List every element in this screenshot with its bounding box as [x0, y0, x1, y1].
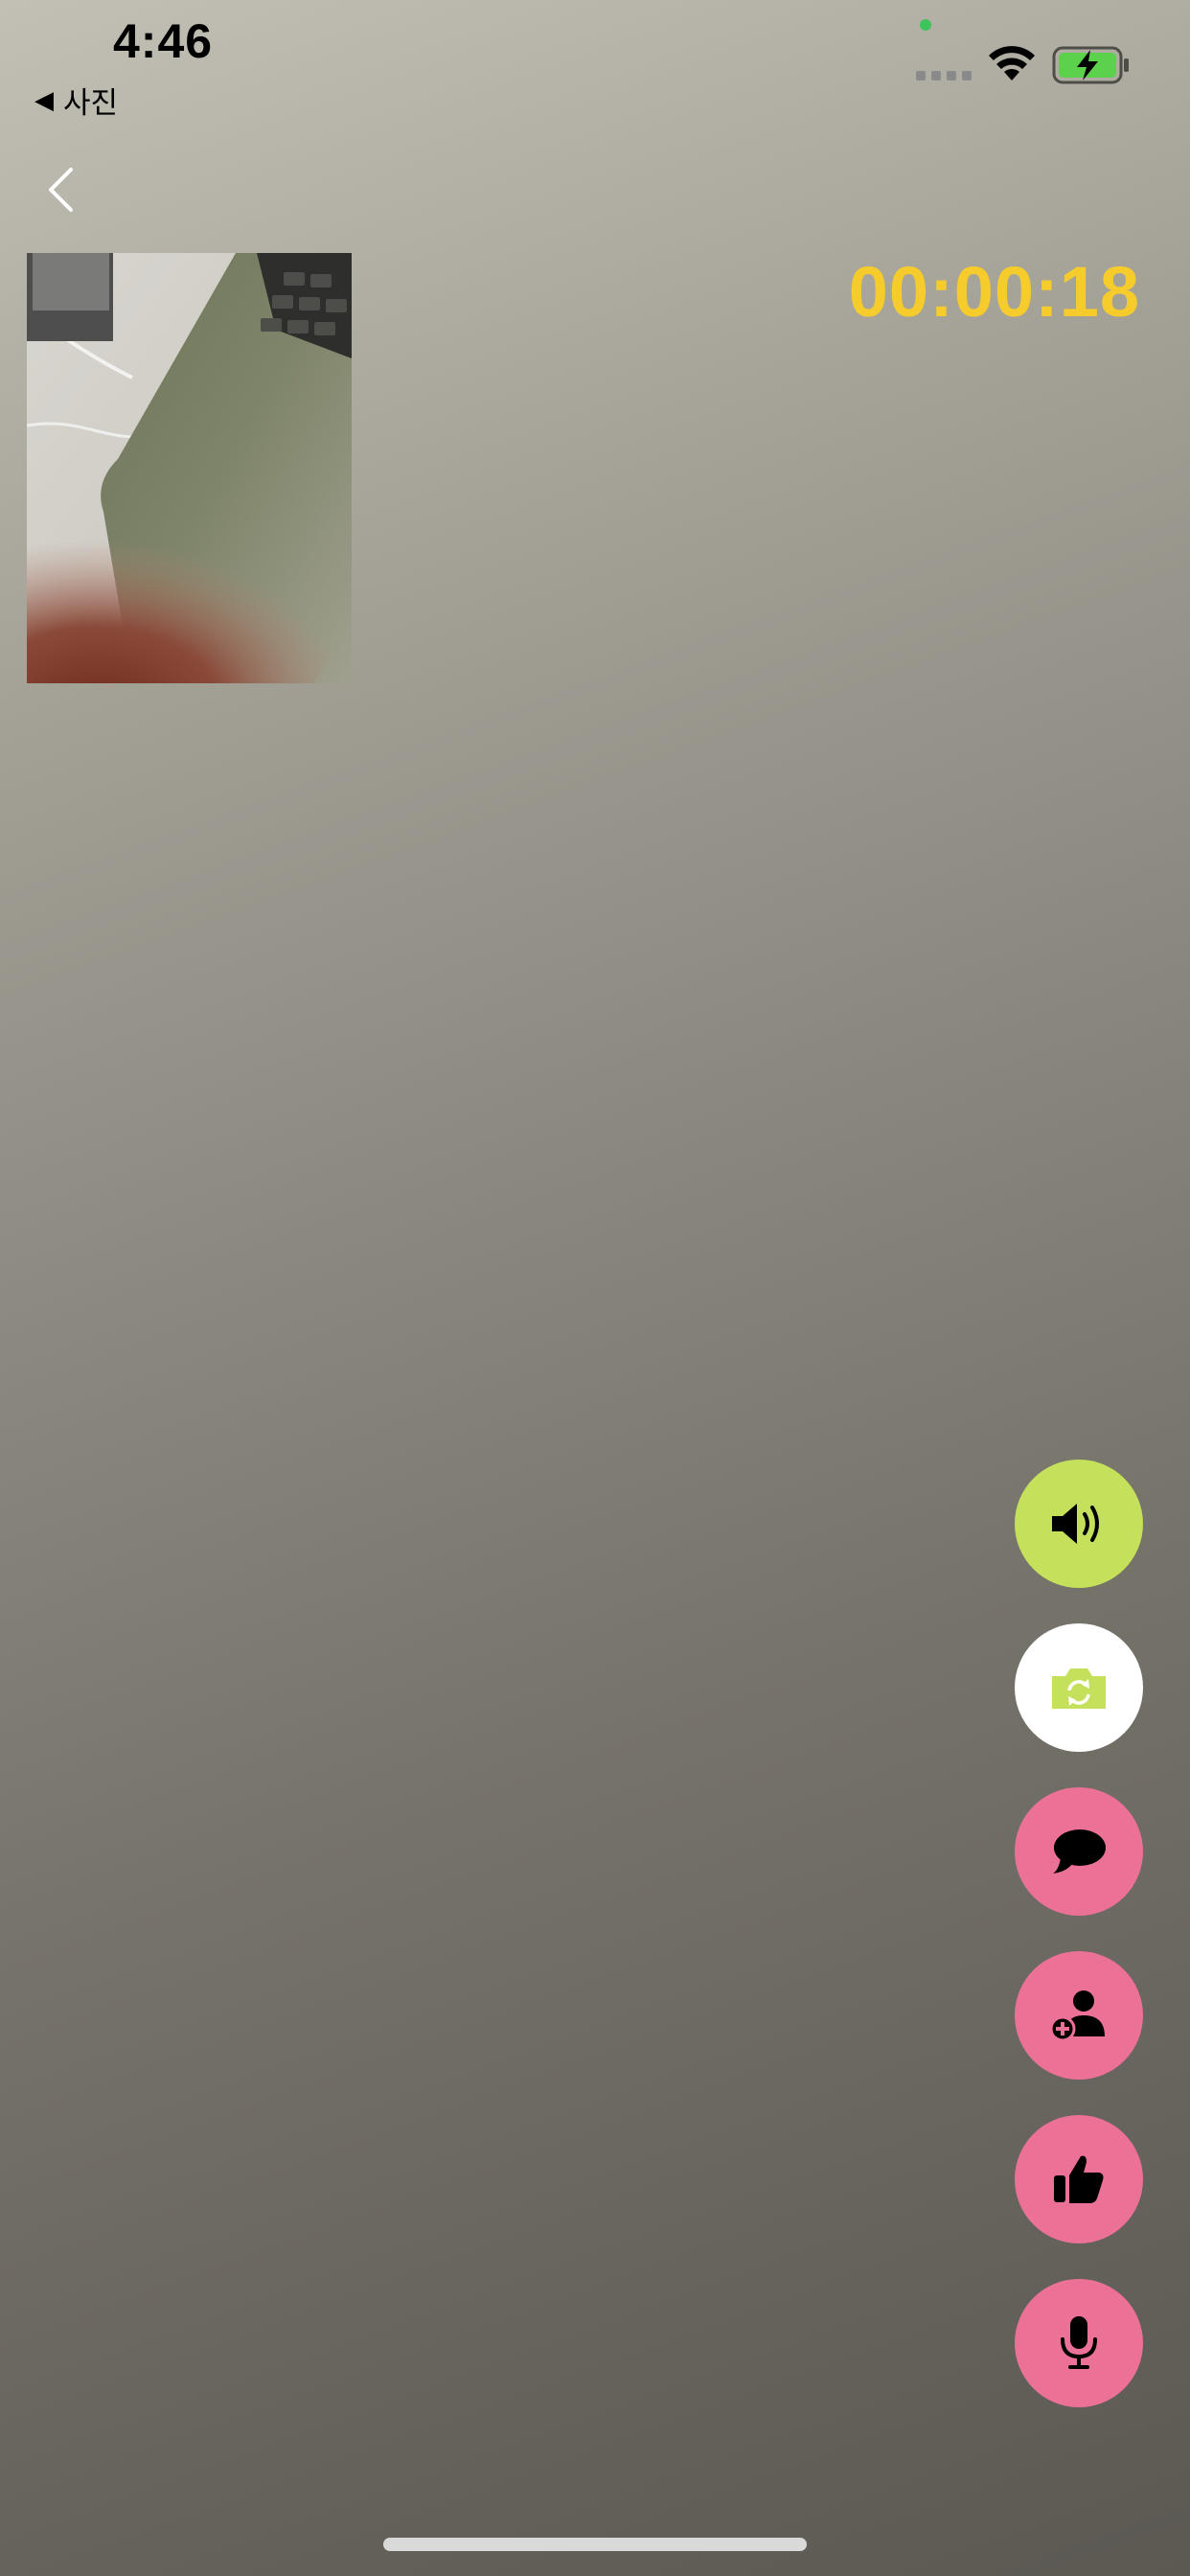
cellular-signal-icon [916, 71, 972, 80]
call-timer: 00:00:18 [848, 252, 1140, 332]
chat-bubble-icon [1053, 1829, 1106, 1874]
battery-charging-icon [1052, 46, 1129, 84]
back-to-app-label: 사진 [63, 86, 119, 120]
chat-button[interactable] [1015, 1787, 1143, 1916]
self-video-preview[interactable] [27, 253, 352, 683]
person-add-icon [1049, 1990, 1105, 2042]
speaker-icon [1052, 1504, 1099, 1544]
microphone-button[interactable] [1015, 2279, 1143, 2407]
status-time: 4:46 [113, 14, 214, 68]
speaker-button[interactable] [1015, 1460, 1143, 1588]
add-friend-button[interactable] [1015, 1951, 1143, 2080]
microphone-icon [1061, 2316, 1097, 2369]
thumbs-up-icon [1054, 2155, 1104, 2203]
home-indicator[interactable] [383, 2538, 807, 2551]
back-to-app-link[interactable]: ◀ 사진 [34, 79, 118, 122]
back-triangle-icon: ◀ [34, 85, 54, 114]
camera-in-use-indicator [920, 19, 931, 31]
camera-preview-image [27, 253, 352, 683]
wifi-icon [989, 46, 1035, 80]
like-button[interactable] [1015, 2115, 1143, 2243]
camera-rotate-icon [1052, 1668, 1106, 1709]
chevron-left-icon [49, 168, 73, 212]
back-button[interactable] [36, 161, 84, 218]
status-bar: 4:46 ◀ 사진 [0, 0, 1190, 125]
switch-camera-button[interactable] [1015, 1623, 1143, 1752]
